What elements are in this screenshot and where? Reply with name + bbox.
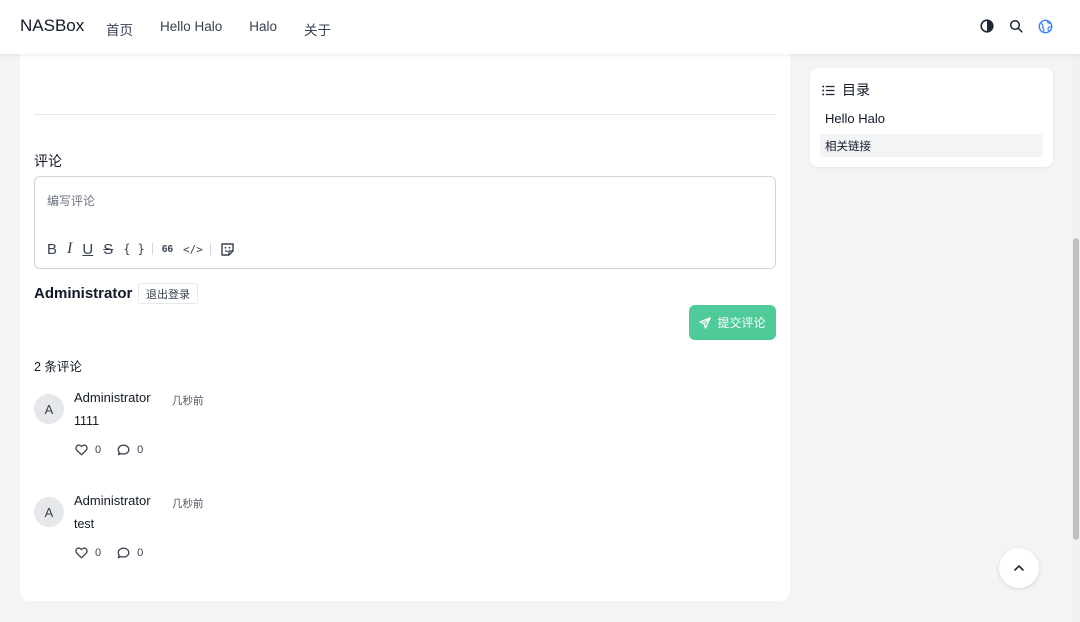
nav-item-about[interactable]: 关于 — [304, 19, 331, 39]
table-of-contents: 目录 Hello Halo 相关链接 — [810, 68, 1053, 167]
comment-author: Administrator — [74, 493, 151, 508]
curly-braces-icon: { } — [123, 242, 145, 256]
chat-bubble-icon — [117, 444, 130, 456]
blockquote-button[interactable]: 66 — [162, 239, 173, 259]
toc-title: 目录 — [842, 82, 870, 98]
back-to-top-button[interactable] — [999, 548, 1039, 588]
contrast-icon[interactable] — [979, 18, 995, 34]
editor-toolbar: B I U S { } 66 </> — [47, 239, 245, 259]
nav-item-home[interactable]: 首页 — [106, 19, 133, 39]
quote-icon: 66 — [161, 243, 174, 255]
nav-item-hello-halo[interactable]: Hello Halo — [160, 19, 222, 39]
emoji-button[interactable] — [220, 239, 235, 259]
italic-icon: I — [67, 240, 73, 257]
underline-icon: U — [82, 240, 94, 258]
send-icon — [699, 316, 712, 329]
like-button[interactable]: 0 — [75, 547, 101, 559]
toc-item-hello-halo[interactable]: Hello Halo — [825, 111, 885, 126]
editor-placeholder[interactable]: 编写评论 — [47, 192, 95, 209]
underline-button[interactable]: U — [82, 239, 93, 259]
reply-count: 0 — [137, 444, 144, 456]
nav-item-halo[interactable]: Halo — [249, 19, 277, 39]
strikethrough-button[interactable]: S — [103, 239, 113, 259]
reply-button[interactable]: 0 — [117, 444, 143, 456]
bold-icon: B — [47, 240, 58, 258]
reply-count: 0 — [137, 547, 144, 559]
code-icon: </> — [183, 242, 203, 256]
header-actions — [966, 18, 1053, 34]
like-button[interactable]: 0 — [75, 444, 101, 456]
post-content-card: 评论 编写评论 B I U S { } 66 </> Administrator… — [20, 54, 790, 601]
strikethrough-icon: S — [103, 240, 114, 258]
logout-button[interactable]: 退出登录 — [138, 283, 198, 304]
toolbar-separator — [209, 243, 211, 255]
chat-bubble-icon — [117, 547, 130, 559]
globe-icon[interactable] — [1037, 18, 1053, 34]
current-user-name: Administrator — [34, 285, 133, 302]
site-brand[interactable]: NASBox — [20, 16, 84, 36]
avatar: A — [34, 394, 64, 424]
reply-button[interactable]: 0 — [117, 547, 143, 559]
comment-actions: 0 0 — [75, 444, 159, 456]
like-count: 0 — [95, 547, 102, 559]
italic-button[interactable]: I — [67, 239, 72, 259]
comment-count: 2 条评论 — [34, 360, 82, 374]
avatar: A — [34, 497, 64, 527]
emoji-sticker-icon — [221, 242, 234, 256]
chevron-up-icon — [1014, 565, 1024, 571]
comment-editor[interactable]: 编写评论 B I U S { } 66 </> — [34, 176, 776, 269]
list-icon — [822, 85, 835, 95]
comment-author: Administrator — [74, 390, 151, 405]
content-divider — [34, 114, 776, 115]
inline-code-button[interactable]: { } — [123, 239, 145, 259]
search-icon[interactable] — [1008, 18, 1024, 34]
toolbar-separator — [151, 243, 153, 255]
comment-body: test — [74, 517, 95, 531]
comment-body: 1111 — [74, 414, 100, 428]
heart-icon — [75, 547, 88, 559]
like-count: 0 — [95, 444, 102, 456]
comment-time: 几秒前 — [172, 395, 204, 407]
bold-button[interactable]: B — [47, 239, 57, 259]
toc-item-related-links[interactable]: 相关链接 — [820, 134, 1043, 157]
comment-actions: 0 0 — [75, 547, 159, 559]
submit-comment-button[interactable]: 提交评论 — [689, 305, 776, 340]
code-block-button[interactable]: </> — [183, 239, 203, 259]
scrollbar-thumb[interactable] — [1073, 238, 1079, 540]
comments-heading: 评论 — [34, 153, 62, 169]
main-nav: 首页 Hello Halo Halo 关于 — [106, 19, 358, 39]
heart-icon — [75, 444, 88, 456]
toc-header: 目录 — [822, 80, 870, 100]
comment-time: 几秒前 — [172, 498, 204, 510]
top-header: NASBox 首页 Hello Halo Halo 关于 — [0, 0, 1080, 54]
submit-comment-label: 提交评论 — [717, 316, 766, 330]
